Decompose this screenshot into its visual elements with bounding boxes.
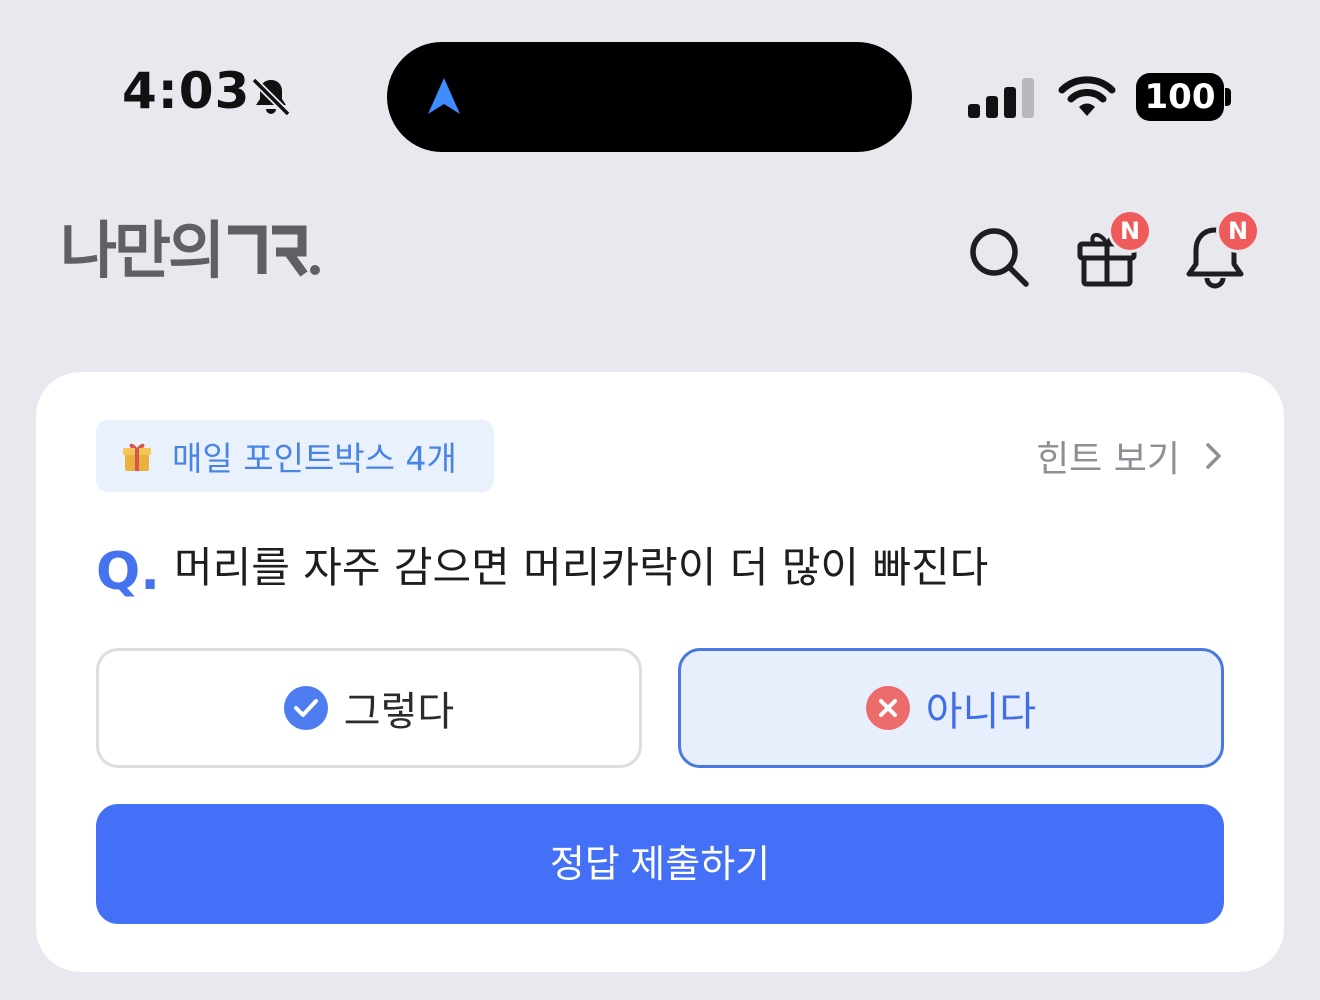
notification-new-badge: N [1216,209,1260,253]
daily-point-box-chip: 매일 포인트박스 4개 [96,420,494,492]
logo-text: 나만의 [60,214,225,287]
hint-link[interactable]: 힌트 보기 [1036,430,1228,482]
hint-link-label: 힌트 보기 [1036,439,1180,480]
answer-yes-label: 그렇다 [343,689,455,735]
gift-box-icon [123,443,151,471]
bell-off-icon [251,77,291,117]
battery-nub [1225,88,1231,106]
battery-indicator: 100 [1136,73,1224,121]
search-button[interactable] [964,222,1034,292]
answer-yes-button[interactable]: 그렇다 [96,648,642,768]
search-icon [970,228,1029,287]
status-time: 4:03 [122,62,251,120]
location-arrow-icon [428,78,460,114]
x-circle-icon [865,686,910,730]
wifi-icon [1058,76,1116,116]
question-marker: Q. [96,542,160,602]
logo-mark [228,225,321,277]
points-chip-label: 매일 포인트박스 4개 [172,439,457,478]
gift-new-badge: N [1108,209,1152,253]
answer-no-button[interactable]: 아니다 [678,648,1224,768]
check-circle-icon [283,686,328,730]
question-text: 머리를 자주 감으면 머리카락이 더 많이 빠진다 [174,543,989,592]
answer-no-label: 아니다 [925,689,1037,735]
signal-icon [968,78,1034,118]
chevron-right-icon [1206,443,1221,469]
app-logo[interactable]: 나만의 [60,220,322,282]
quiz-card: 매일 포인트박스 4개 힌트 보기 Q. 머리를 자주 감으면 머리카락이 더 … [36,372,1284,972]
app-screen: 4:03 100 나만의 N N 매일 포인트박스 4개 힌트 보기 Q. 머리… [0,0,1320,1000]
submit-answer-button[interactable]: 정답 제출하기 [96,804,1224,924]
